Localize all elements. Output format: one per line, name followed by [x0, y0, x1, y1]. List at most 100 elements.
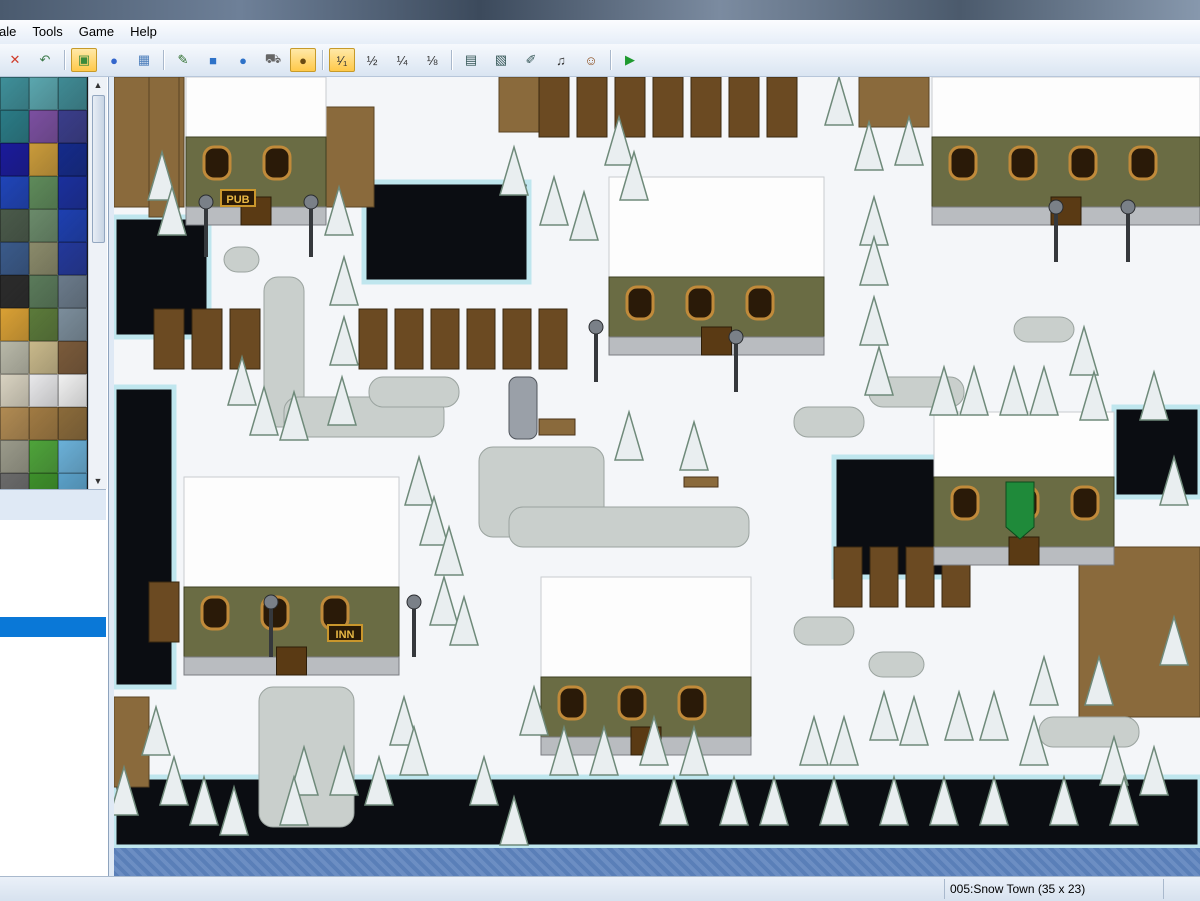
- tileset-tile[interactable]: [29, 407, 58, 440]
- lamp-post-icon: [269, 602, 273, 657]
- resource-manager-button[interactable]: ▧: [488, 48, 514, 72]
- tileset-tile[interactable]: [0, 341, 29, 374]
- menu-scale[interactable]: ale: [0, 20, 24, 44]
- tileset-tile[interactable]: [58, 440, 87, 473]
- tileset-tile[interactable]: [58, 110, 87, 143]
- lamp-head-icon: [728, 329, 744, 345]
- tileset-tile[interactable]: [0, 77, 29, 110]
- scroll-up-icon[interactable]: ▲: [89, 77, 107, 93]
- menu-help[interactable]: Help: [122, 20, 165, 44]
- tileset-tile[interactable]: [58, 341, 87, 374]
- panel-splitter[interactable]: [0, 489, 106, 521]
- tileset-tile[interactable]: [29, 77, 58, 110]
- tileset-tile[interactable]: [58, 242, 87, 275]
- tileset-tile[interactable]: [29, 341, 58, 374]
- status-map-name: 005:Snow Town (35 x 23): [950, 882, 1086, 896]
- lamp-post-icon: [412, 602, 416, 657]
- tileset-tile[interactable]: [0, 374, 29, 407]
- shadow-pen-button[interactable]: ●: [290, 48, 316, 72]
- ellipse-button[interactable]: ●: [230, 48, 256, 72]
- tileset-tile[interactable]: [0, 242, 29, 275]
- window-icon: [1008, 145, 1038, 181]
- region-icon: ▦: [137, 52, 151, 67]
- tileset-palette[interactable]: [0, 77, 88, 489]
- region-button[interactable]: ▦: [131, 48, 157, 72]
- window-icon: [950, 485, 980, 521]
- tileset-tile[interactable]: [0, 110, 29, 143]
- tileset-tile[interactable]: [0, 275, 29, 308]
- tree-trunk: [538, 77, 570, 138]
- stone-path: [368, 376, 460, 408]
- tileset-tile[interactable]: [0, 473, 29, 489]
- snow-town-map[interactable]: PUB INN: [114, 77, 1200, 877]
- character-generator-button[interactable]: ☺: [578, 48, 604, 72]
- map-layer-icon: ▣: [77, 52, 91, 67]
- zoom-1-2-button[interactable]: ½: [359, 48, 385, 72]
- event-layer-button[interactable]: ●: [101, 48, 127, 72]
- playtest-button[interactable]: ▶: [617, 48, 643, 72]
- window-icon: [617, 685, 647, 721]
- database-button[interactable]: ▤: [458, 48, 484, 72]
- scroll-down-icon[interactable]: ▼: [89, 473, 107, 489]
- map-canvas[interactable]: PUB INN: [114, 77, 1200, 877]
- lamp-head-icon: [198, 194, 214, 210]
- menu-tools[interactable]: Tools: [24, 20, 70, 44]
- lamp-post-icon: [204, 202, 208, 257]
- scrollbar-thumb[interactable]: [92, 95, 105, 243]
- tileset-tile[interactable]: [58, 407, 87, 440]
- lamp-head-icon: [1120, 199, 1136, 215]
- tileset-tile[interactable]: [0, 143, 29, 176]
- zoom-1-4-button[interactable]: ¼: [389, 48, 415, 72]
- guild-building-roof: [933, 411, 1115, 478]
- cut-button[interactable]: ✕: [2, 48, 28, 72]
- tileset-scrollbar[interactable]: ▲ ▼: [88, 77, 107, 489]
- undo-button[interactable]: ↶: [32, 48, 58, 72]
- door-icon: [1008, 536, 1040, 566]
- tileset-tile[interactable]: [29, 440, 58, 473]
- tileset-tile[interactable]: [29, 473, 58, 489]
- tileset-tile[interactable]: [58, 176, 87, 209]
- zoom-1-2-icon: ½: [366, 52, 378, 68]
- tileset-tile[interactable]: [0, 407, 29, 440]
- rock-cliff: [498, 77, 545, 133]
- lamp-head-icon: [1048, 199, 1064, 215]
- tileset-tile[interactable]: [0, 440, 29, 473]
- sound-test-button[interactable]: ♫: [548, 48, 574, 72]
- map-tree[interactable]: [0, 520, 106, 877]
- map-tree-item-selected[interactable]: [0, 617, 106, 637]
- event-layer-icon: ●: [110, 52, 118, 68]
- tileset-tile[interactable]: [58, 308, 87, 341]
- tileset-tile[interactable]: [29, 110, 58, 143]
- tileset-tile[interactable]: [29, 374, 58, 407]
- map-layer-button[interactable]: ▣: [71, 48, 97, 72]
- tileset-tile[interactable]: [0, 176, 29, 209]
- fill-button[interactable]: ⛟: [260, 48, 286, 72]
- menu-game[interactable]: Game: [71, 20, 122, 44]
- tileset-tile[interactable]: [29, 209, 58, 242]
- status-bar: 005:Snow Town (35 x 23): [0, 876, 1200, 901]
- tileset-tile[interactable]: [29, 308, 58, 341]
- tileset-tile[interactable]: [29, 176, 58, 209]
- zoom-1-1-button[interactable]: ¹⁄₁: [329, 48, 355, 72]
- tileset-tile[interactable]: [58, 275, 87, 308]
- tileset-tile[interactable]: [58, 77, 87, 110]
- tileset-tile[interactable]: [29, 242, 58, 275]
- lamp-head-icon: [303, 194, 319, 210]
- tileset-tile[interactable]: [58, 209, 87, 242]
- door-icon: [276, 646, 307, 676]
- tileset-tile[interactable]: [29, 275, 58, 308]
- pencil-button[interactable]: ✎: [170, 48, 196, 72]
- map-horizontal-scrollbar[interactable]: [114, 848, 1200, 876]
- tileset-tile[interactable]: [58, 374, 87, 407]
- tileset-tile[interactable]: [0, 308, 29, 341]
- tileset-tile[interactable]: [58, 143, 87, 176]
- lamp-post-icon: [1126, 207, 1130, 262]
- zoom-1-8-button[interactable]: ⅛: [419, 48, 445, 72]
- shadow-pen-icon: ●: [299, 52, 307, 68]
- script-editor-button[interactable]: ✐: [518, 48, 544, 72]
- stone-path: [1038, 716, 1140, 748]
- tileset-tile[interactable]: [0, 209, 29, 242]
- tileset-tile[interactable]: [58, 473, 87, 489]
- rectangle-button[interactable]: ■: [200, 48, 226, 72]
- tileset-tile[interactable]: [29, 143, 58, 176]
